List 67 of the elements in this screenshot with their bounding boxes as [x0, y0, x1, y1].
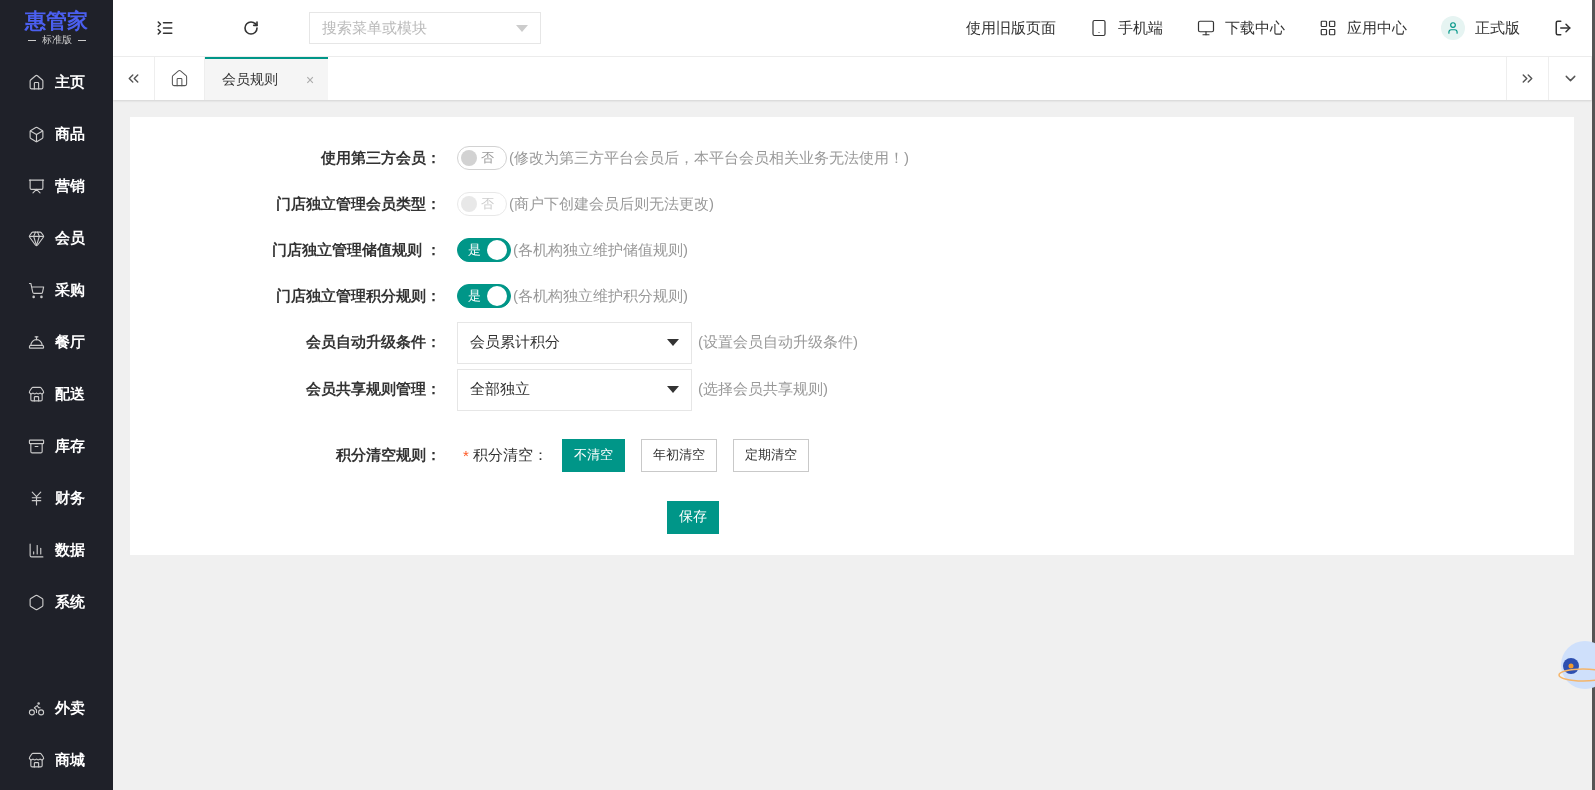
- select-field[interactable]: 会员累计积分: [457, 321, 692, 364]
- sidebar-item[interactable]: 商品: [0, 108, 113, 160]
- toggle-switch[interactable]: 是: [457, 284, 511, 308]
- bell-icon: [28, 333, 45, 351]
- hint-text: (商户下创建会员后则无法更改): [509, 194, 714, 214]
- home-tab[interactable]: [155, 57, 205, 100]
- option-button[interactable]: 年初清空: [640, 438, 717, 472]
- caret-icon: [667, 386, 679, 393]
- header-link[interactable]: 手机端: [1090, 18, 1163, 38]
- field-label: 使用第三方会员：: [319, 148, 442, 168]
- field-label: 门店独立管理积分规则：: [275, 286, 442, 306]
- home-icon: [170, 69, 189, 88]
- store-icon: [28, 751, 45, 769]
- option-label: 积分清空：: [472, 445, 548, 465]
- save-button[interactable]: 保存: [667, 500, 719, 534]
- archive-icon: [28, 437, 45, 455]
- sidebar-item[interactable]: 营销: [0, 160, 113, 212]
- option-button[interactable]: 定期清空: [732, 438, 809, 472]
- logo-name: 惠管家: [25, 9, 88, 33]
- box-icon: [28, 125, 45, 143]
- sidebar-item[interactable]: 库存: [0, 420, 113, 472]
- sidebar-item[interactable]: 配送: [0, 368, 113, 420]
- menu-icon: [156, 19, 174, 37]
- field-label: 会员自动升级条件：: [305, 333, 442, 352]
- header-link[interactable]: 下载中心: [1197, 18, 1285, 38]
- apps-icon: [1319, 19, 1337, 37]
- hint-text: (选择会员共享规则): [698, 380, 828, 399]
- sidebar-item[interactable]: 数据: [0, 524, 113, 576]
- toggle-switch[interactable]: 是: [457, 238, 511, 262]
- sidebar-item[interactable]: 商城: [0, 734, 113, 786]
- home-icon: [28, 73, 45, 91]
- caret-icon: [516, 24, 528, 32]
- caret-icon: [667, 339, 679, 346]
- option-button[interactable]: 不清空: [561, 438, 625, 472]
- header-link[interactable]: 应用中心: [1319, 18, 1407, 38]
- cart-icon: [28, 281, 45, 299]
- header-link[interactable]: 使用旧版页面: [966, 18, 1056, 38]
- store-icon: [28, 385, 45, 403]
- refresh-icon: [243, 20, 259, 36]
- field-label: 门店独立管理储值规则 ：: [270, 240, 442, 260]
- sidebar-item[interactable]: 餐厅: [0, 316, 113, 368]
- field-label: 门店独立管理会员类型：: [275, 194, 442, 214]
- sidebar-item[interactable]: 外卖: [0, 682, 113, 734]
- phone-icon: [1090, 19, 1108, 37]
- hint-text: (修改为第三方平台会员后，本平台会员相关业务无法使用！): [509, 148, 909, 168]
- bar-chart-icon: [28, 541, 45, 559]
- required-mark: *: [463, 446, 469, 464]
- edition-label: 标准版: [27, 33, 86, 47]
- hexagon-icon: [28, 593, 45, 611]
- hint-text: (设置会员自动升级条件): [698, 333, 858, 352]
- logout-icon[interactable]: [1554, 19, 1572, 37]
- monitor-icon: [1197, 19, 1215, 37]
- hint-text: (各机构独立维护储值规则): [513, 240, 688, 260]
- sidebar-item[interactable]: 会员: [0, 212, 113, 264]
- sidebar-item[interactable]: 系统: [0, 576, 113, 628]
- gem-icon: [28, 229, 45, 247]
- hint-text: (各机构独立维护积分规则): [513, 286, 688, 306]
- sidebar-item[interactable]: 主页: [0, 56, 113, 108]
- field-label: 会员共享规则管理：: [305, 380, 442, 399]
- header-link[interactable]: 正式版: [1441, 16, 1520, 40]
- sidebar-item[interactable]: 财务: [0, 472, 113, 524]
- avatar-icon: [1441, 16, 1465, 40]
- field-label: 积分清空规则：: [334, 445, 442, 465]
- page-tab[interactable]: 会员规则 ×: [205, 57, 329, 100]
- sidebar-item[interactable]: 采购: [0, 264, 113, 316]
- bike-icon: [28, 699, 45, 717]
- select-field[interactable]: 全部独立: [457, 368, 692, 411]
